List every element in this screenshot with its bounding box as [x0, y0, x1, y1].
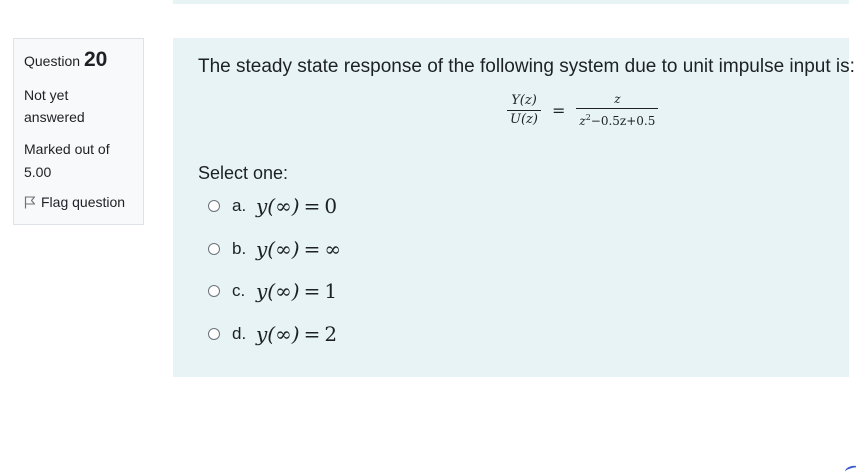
answer-option-c[interactable]: c. y(∞) = 1: [208, 277, 341, 305]
question-label: Question: [24, 53, 81, 69]
answer-equals: =: [303, 321, 321, 346]
question-text: The steady state response of the followi…: [198, 56, 855, 77]
answer-rhs: 1: [324, 279, 338, 303]
formula-rhs-fraction: z z2−0.5z+0.5: [576, 90, 659, 130]
answer-letter: b.: [232, 238, 247, 258]
answer-letter: d.: [232, 323, 247, 343]
answer-letter: a.: [232, 196, 247, 215]
formula-rhs-den-rest: −0.5z+0.5: [590, 114, 656, 128]
flag-question-label: Flag question: [41, 194, 126, 210]
answer-lhs: y(∞): [256, 236, 300, 261]
flag-question-button[interactable]: Flag question: [24, 192, 133, 212]
question-number-line: Question 20: [24, 48, 133, 72]
answer-equals: =: [303, 279, 321, 303]
select-one-prompt: Select one:: [198, 163, 289, 183]
answer-lhs: y(∞): [256, 194, 300, 218]
answer-math: y(∞) = 2: [256, 322, 337, 346]
answer-option-a[interactable]: a. y(∞) = 0: [208, 192, 341, 220]
formula-equals-sign: =: [551, 100, 566, 120]
answer-lhs: y(∞): [256, 279, 300, 303]
answer-math: y(∞) = ∞: [256, 237, 341, 261]
answer-rhs: 0: [324, 194, 338, 218]
answer-option-d[interactable]: d. y(∞) = 2: [208, 320, 341, 348]
previous-question-bottom-edge: [173, 0, 849, 4]
answer-option-b[interactable]: b. y(∞) = ∞: [208, 235, 341, 263]
question-grade-line1: Marked out of: [24, 141, 110, 157]
question-state: Not yet answered: [24, 84, 133, 128]
question-info-panel: Question 20 Not yet answered Marked out …: [13, 38, 144, 225]
formula-lhs-numerator: Y(z): [511, 92, 537, 108]
answer-equals: =: [303, 194, 321, 218]
question-content-panel: The steady state response of the followi…: [173, 38, 855, 377]
partial-mark-edge: [844, 464, 856, 476]
answer-equals: =: [303, 236, 321, 261]
formula-lhs-fraction: Y(z) U(z): [507, 92, 541, 129]
question-number: 20: [83, 48, 108, 71]
answer-rhs: 2: [324, 321, 338, 346]
answer-math: y(∞) = 1: [256, 279, 337, 303]
radio-button-a[interactable]: [208, 200, 220, 212]
question-grade-line2: 5.00: [24, 164, 52, 180]
formula-lhs-denominator: U(z): [510, 111, 538, 127]
answer-math: y(∞) = 0: [256, 194, 337, 218]
radio-button-d[interactable]: [208, 327, 220, 340]
answer-options: a. y(∞) = 0 b. y(∞) = ∞ c. y(∞) = 1 d. y(∞) = 2: [208, 192, 341, 362]
flag-outline-icon: [24, 195, 36, 208]
formula-rhs-numerator: z: [614, 92, 621, 106]
question-state-line1: Not yet: [24, 87, 69, 103]
transfer-function-formula: Y(z) U(z) = z z2−0.5z+0.5: [507, 90, 659, 130]
question-state-line2: answered: [24, 109, 85, 125]
answer-letter: c.: [232, 281, 246, 300]
answer-rhs: ∞: [324, 236, 342, 261]
formula-rhs-denominator: z2−0.5z+0.5: [576, 109, 658, 130]
question-grade: Marked out of 5.00: [24, 138, 133, 184]
radio-button-c[interactable]: [208, 285, 220, 297]
radio-button-b[interactable]: [208, 242, 220, 255]
answer-lhs: y(∞): [256, 321, 300, 346]
